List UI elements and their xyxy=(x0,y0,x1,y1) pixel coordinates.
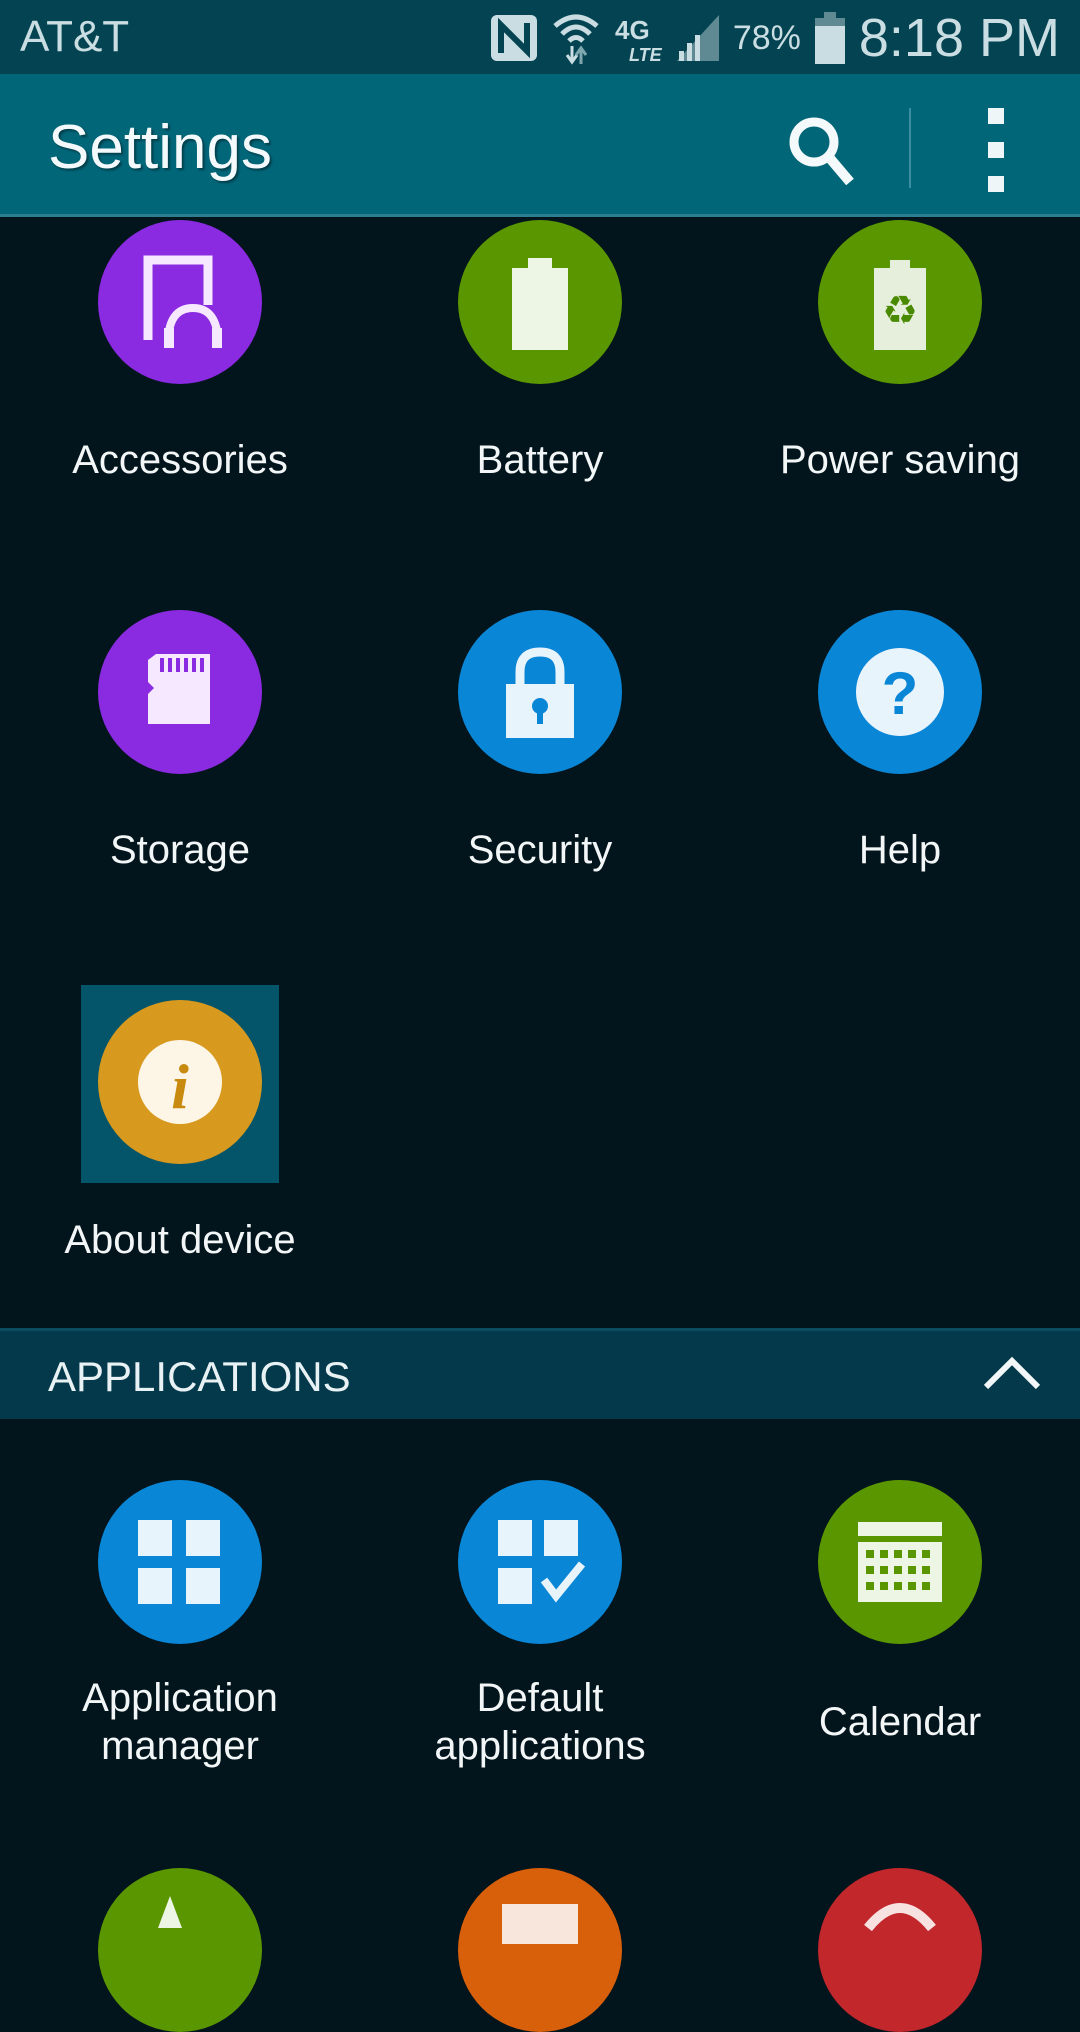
sd-card-icon xyxy=(148,654,210,724)
setting-label: Security xyxy=(467,828,613,872)
partial-icon xyxy=(158,1896,182,1928)
accessories-icon xyxy=(143,255,222,348)
setting-default-applications[interactable]: Default applications xyxy=(360,1474,720,1774)
chevron-up-icon xyxy=(983,1356,1041,1390)
app-grid-icon xyxy=(138,1520,220,1604)
svg-text:4G: 4G xyxy=(615,15,650,45)
carrier-name: AT&T xyxy=(20,12,130,61)
section-title: APPLICATIONS xyxy=(48,1353,351,1400)
setting-label: Default applications xyxy=(434,1676,646,1768)
more-vert-icon xyxy=(988,108,1004,124)
setting-label: Calendar xyxy=(818,1700,982,1744)
clock: 8:18 PM xyxy=(858,8,1060,68)
partial-icon xyxy=(864,1903,936,1932)
battery-percent: 78% xyxy=(732,18,801,57)
setting-power-saving[interactable]: ♻ Power saving xyxy=(720,214,1080,514)
power-saving-icon: ♻ xyxy=(874,260,926,350)
setting-help[interactable]: ? Help xyxy=(720,604,1080,904)
setting-application-manager[interactable]: Application manager xyxy=(0,1474,360,1774)
4g-lte-icon: 4G LTE xyxy=(613,11,663,65)
battery-icon xyxy=(512,258,568,350)
setting-label: Application manager xyxy=(82,1676,278,1768)
setting-storage[interactable]: Storage xyxy=(0,604,360,904)
action-divider xyxy=(909,108,911,188)
status-bar: AT&T 4G LTE 78% 8:18 PM xyxy=(0,0,1080,74)
setting-label: Help xyxy=(858,828,942,872)
svg-text:LTE: LTE xyxy=(629,45,663,65)
more-options-button[interactable] xyxy=(976,108,1016,192)
setting-label: Accessories xyxy=(72,438,288,482)
setting-label: About device xyxy=(64,1218,296,1262)
calendar-icon xyxy=(858,1522,942,1602)
nfc-icon xyxy=(489,13,539,63)
setting-label: Storage xyxy=(109,828,251,872)
setting-label: Battery xyxy=(476,438,604,482)
app-bar: Settings xyxy=(0,74,1080,217)
help-icon: ? xyxy=(856,648,944,736)
setting-calendar[interactable]: Calendar xyxy=(720,1474,1080,1774)
partial-item-green[interactable] xyxy=(98,1868,262,2032)
signal-icon xyxy=(675,13,721,63)
setting-battery[interactable]: Battery xyxy=(360,214,720,514)
status-icons: 4G LTE 78% 8:18 PM xyxy=(489,6,1060,70)
partial-icon xyxy=(502,1904,578,1944)
svg-text:i: i xyxy=(171,1051,189,1122)
collapse-button[interactable] xyxy=(982,1353,1042,1393)
svg-text:?: ? xyxy=(882,660,919,727)
battery-icon xyxy=(813,12,847,64)
lock-icon xyxy=(506,647,574,738)
setting-about-device[interactable]: i About device xyxy=(0,994,360,1294)
partial-item-orange[interactable] xyxy=(458,1868,622,2032)
setting-security[interactable]: Security xyxy=(360,604,720,904)
wifi-icon xyxy=(551,10,601,66)
info-icon: i xyxy=(138,1040,222,1124)
default-apps-icon xyxy=(498,1520,586,1604)
setting-label: Power saving xyxy=(779,438,1021,482)
applications-section-header[interactable]: APPLICATIONS xyxy=(0,1328,1080,1419)
svg-text:♻: ♻ xyxy=(882,288,918,334)
partial-item-red[interactable] xyxy=(818,1868,982,2032)
setting-accessories[interactable]: Accessories xyxy=(0,214,360,514)
page-title: Settings xyxy=(48,113,273,182)
search-button[interactable] xyxy=(782,110,862,190)
search-icon xyxy=(789,117,854,186)
